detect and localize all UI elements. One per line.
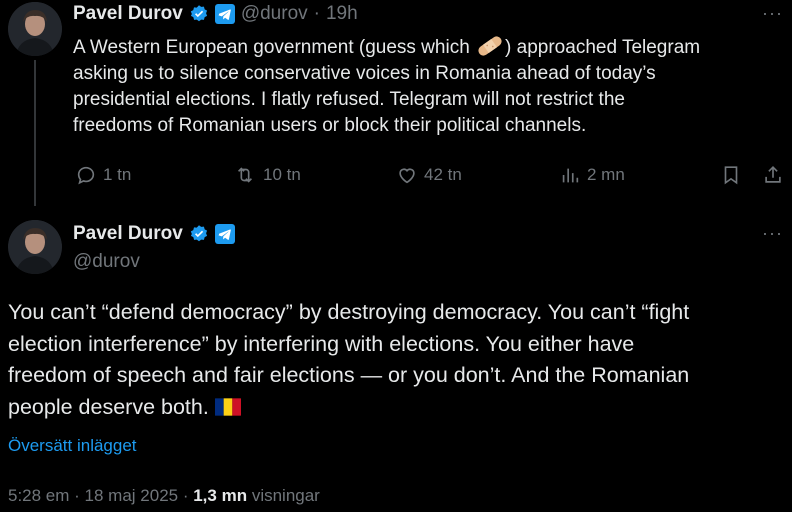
tweet2-text: You can’t “defend democracy” by destroyi… xyxy=(8,297,788,423)
repost-button[interactable]: 10 tn xyxy=(233,164,301,186)
translate-post-link[interactable]: Översätt inlägget xyxy=(8,436,137,456)
tweet1-line-2: asking us to silence conservative voices… xyxy=(73,63,656,84)
like-icon xyxy=(396,164,418,186)
tweet1-header: Pavel Durov @durov · 19h xyxy=(73,3,358,25)
verified-badge-icon[interactable] xyxy=(189,4,209,24)
tweet-metadata: 5:28 em · 18 maj 2025 · 1,3 mn visningar xyxy=(8,486,320,506)
views-label: visningar xyxy=(251,486,320,505)
views-count: 2 mn xyxy=(587,165,625,184)
tweet2-line-2: election interference” by interfering wi… xyxy=(8,331,635,356)
repost-count: 10 tn xyxy=(263,165,301,184)
tweet2-line-3: freedom of speech and fair elections — o… xyxy=(8,363,690,387)
author-handle[interactable]: @durov xyxy=(241,3,308,25)
reply-count: 1 tn xyxy=(103,165,132,184)
more-options-button[interactable]: ··· xyxy=(762,223,783,244)
verified-badge-icon[interactable] xyxy=(189,224,209,244)
bandaid-emoji-icon xyxy=(475,35,505,57)
reply-icon xyxy=(75,164,97,186)
views-icon xyxy=(559,164,581,186)
telegram-icon xyxy=(214,4,235,24)
author-name[interactable]: Pavel Durov xyxy=(73,223,183,245)
views-total: 1,3 mn xyxy=(193,486,248,505)
timestamp[interactable]: 5:28 em · 18 maj 2025 · xyxy=(8,486,188,505)
views-button[interactable]: 2 mn xyxy=(559,164,625,186)
tweet2-line-4: people deserve both. xyxy=(8,392,788,424)
thread-line xyxy=(34,60,36,206)
tweet1-line-4: freedoms of Romanian users or block thei… xyxy=(73,115,587,136)
like-count: 42 tn xyxy=(424,165,462,184)
like-button[interactable]: 42 tn xyxy=(396,164,462,186)
tweet2-line-1: You can’t “defend democracy” by destroyi… xyxy=(8,300,690,324)
separator-dot: · xyxy=(313,3,320,24)
tweet1-line-1: A Western European government (guess whi… xyxy=(73,35,783,61)
romania-flag-emoji-icon xyxy=(214,397,241,417)
tweet1-text: A Western European government (guess whi… xyxy=(73,35,783,139)
avatar[interactable] xyxy=(8,220,62,274)
tweet2-header: Pavel Durov xyxy=(73,223,235,245)
reply-button[interactable]: 1 tn xyxy=(75,164,131,186)
telegram-icon xyxy=(214,224,235,244)
author-handle[interactable]: @durov xyxy=(73,251,140,273)
tweet-time[interactable]: 19h xyxy=(326,3,358,25)
bookmark-icon[interactable] xyxy=(720,164,742,186)
author-name[interactable]: Pavel Durov xyxy=(73,3,183,25)
more-options-button[interactable]: ··· xyxy=(762,3,783,24)
avatar[interactable] xyxy=(8,2,62,56)
tweet1-line-3: presidential elections. I flatly refused… xyxy=(73,89,625,110)
repost-icon xyxy=(233,164,257,186)
share-icon[interactable] xyxy=(762,164,784,186)
